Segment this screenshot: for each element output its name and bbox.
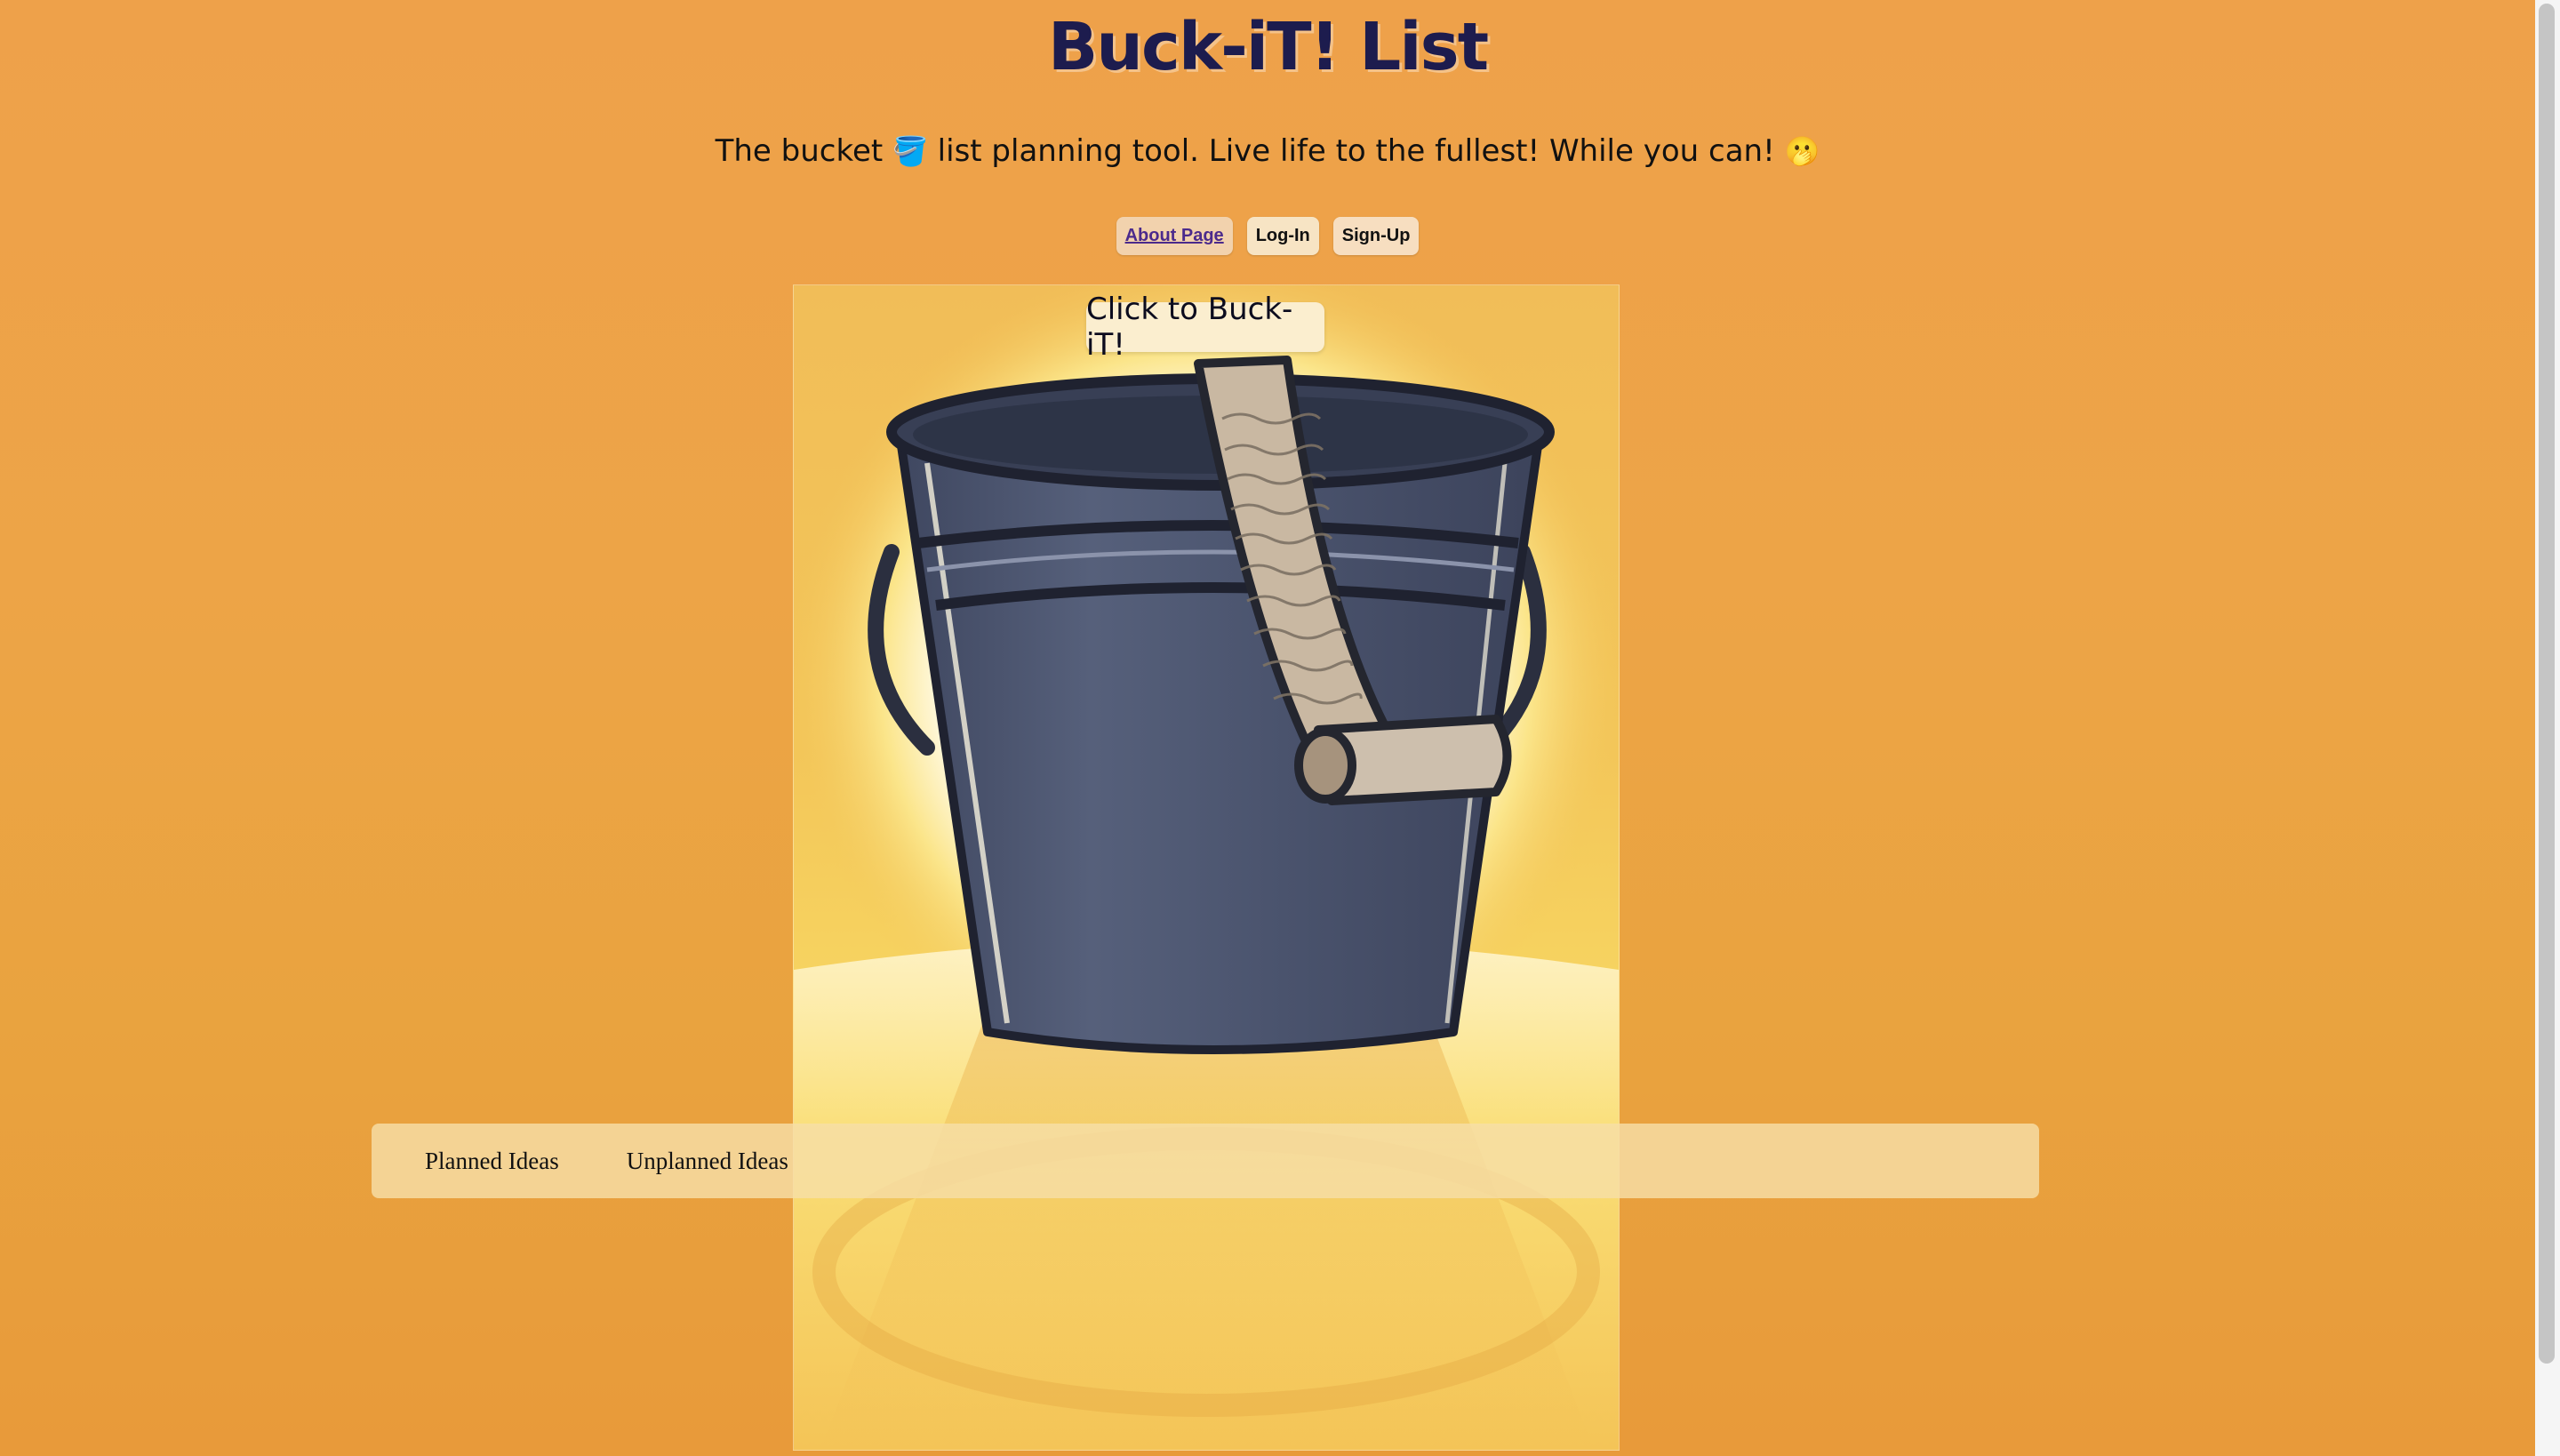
vertical-scrollbar[interactable] [2535, 0, 2560, 1456]
login-button[interactable]: Log-In [1246, 217, 1319, 255]
scrollbar-thumb[interactable] [2539, 4, 2555, 1364]
ideas-tabs: Planned Ideas Unplanned Ideas [372, 1124, 2039, 1198]
subtitle-text-start: The bucket [715, 133, 884, 169]
bucket-hero-image[interactable] [793, 284, 1620, 1451]
about-page-link[interactable]: About Page [1116, 217, 1233, 255]
top-nav: About Page Log-In Sign-Up [0, 217, 2535, 255]
tab-planned-ideas[interactable]: Planned Ideas [372, 1148, 593, 1175]
page-title: Buck-iT! List [1047, 9, 1489, 85]
signup-button[interactable]: Sign-Up [1332, 217, 1420, 255]
subtitle-text-end: list planning tool. Live life to the ful… [937, 133, 1775, 169]
buck-it-button[interactable]: Click to Buck-iT! [1086, 292, 1324, 363]
hushed-face-icon: 🫢 [1784, 134, 1820, 168]
tab-unplanned-ideas[interactable]: Unplanned Ideas [593, 1148, 822, 1175]
page-subtitle: The bucket 🪣 list planning tool. Live li… [0, 133, 2535, 169]
bucket-icon: 🪣 [892, 134, 928, 168]
bucket-illustration [794, 285, 1619, 1450]
